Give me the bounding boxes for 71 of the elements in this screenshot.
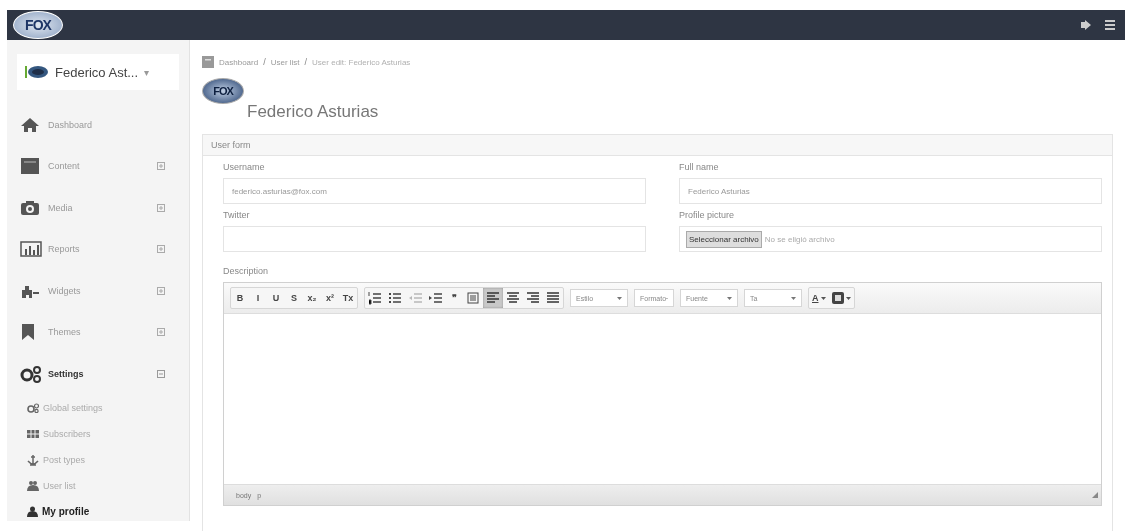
document-icon [20,157,40,176]
resize-grip-icon [1092,492,1098,498]
users-icon [27,480,39,491]
submenu-item[interactable]: My profile [7,498,189,521]
text-field[interactable]: Federico Asturias [679,178,1102,204]
nav-item[interactable]: Themes [7,311,189,353]
menu-icon [1105,20,1115,30]
nav-item[interactable]: Widgets [7,270,189,312]
fox-logo: FOX [202,78,244,104]
user-name: Federico Ast... [55,64,139,80]
toolbar-button[interactable]: U [267,288,285,308]
user-icon [27,506,38,517]
outdent-icon [408,291,422,305]
fox-logo: FOX [13,11,63,39]
nav-item[interactable]: Media [7,187,189,229]
justify-icon [546,291,560,305]
toolbar-button[interactable]: Tx [339,288,357,308]
align-center-icon [506,291,520,305]
fill-icon [831,292,844,304]
page-icon [202,56,214,68]
numbered-list-icon [368,291,382,305]
nav-item[interactable]: Settings [7,353,189,395]
submenu-item[interactable]: User list [7,472,189,499]
align-left-icon [486,291,500,305]
submenu-item[interactable]: Global settings [7,394,189,421]
bullet-list-icon [388,291,402,305]
toolbar-button[interactable]: ❞ [445,288,463,308]
block-icon [466,291,480,305]
gears-icon [20,364,42,383]
grid-icon [27,428,39,439]
camera-icon [20,199,40,216]
sign-out-icon [1081,20,1091,30]
choose-file-button[interactable]: Seleccionar archivo [686,230,762,248]
bar-chart-icon [20,241,42,258]
caret-icon: ▾ [144,66,150,78]
text-color-button[interactable]: A [809,288,829,308]
panel-title: User form [203,135,1112,156]
user-menu[interactable]: Federico Ast... ▾ [17,54,179,90]
nav-item[interactable]: Dashboard [7,104,189,146]
text-field[interactable]: federico.asturias@fox.com [223,178,646,204]
file-field[interactable]: Seleccionar archivo No se eligió archivo [679,226,1102,252]
nav-item[interactable]: Reports [7,228,189,270]
toolbar-button[interactable] [483,288,503,308]
gears-icon [27,402,39,413]
toolbar-button[interactable]: I [249,288,267,308]
logo-icon [25,66,49,78]
field-label: Description [223,266,270,276]
toolbar-button[interactable]: S [285,288,303,308]
field-label: Twitter [223,210,251,220]
toolbar-button[interactable]: x₂ [303,288,321,308]
file-status: No se eligió archivo [764,234,835,244]
align-right-icon [526,291,540,305]
nav-item[interactable]: Content [7,145,189,187]
field-label: Full name [679,162,720,172]
breadcrumb-current: User edit: Federico Asturias [312,57,411,67]
breadcrumb-link[interactable]: Dashboard [219,57,259,67]
bookmark-icon [20,323,36,342]
house-icon [20,116,40,133]
submenu-item[interactable]: Subscribers [7,420,189,447]
page-title: Federico Asturias [247,102,379,122]
indent-icon [428,291,442,305]
submenu-item[interactable]: Post types [7,446,189,473]
breadcrumb-separator: / [304,57,308,67]
toolbar-button[interactable]: x² [321,288,339,308]
text-field[interactable] [223,226,646,252]
breadcrumb-separator: / [263,57,266,67]
breadcrumb-link[interactable]: User list [270,57,300,67]
toolbar-button[interactable]: B [231,288,249,308]
field-label: Profile picture [679,210,736,220]
field-label: Username [223,162,266,172]
anchor-icon [27,453,39,466]
